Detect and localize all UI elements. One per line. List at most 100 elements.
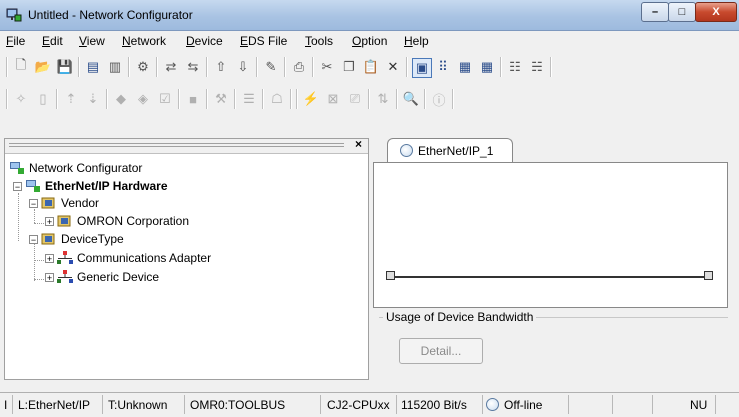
- register-icon[interactable]: ☰: [240, 90, 258, 108]
- bandwidth-group: Usage of Device Bandwidth Detail...: [373, 308, 728, 378]
- view-small-icon[interactable]: ⠿: [434, 58, 452, 76]
- check-icon[interactable]: ☑: [156, 90, 174, 108]
- menu-device[interactable]: Device: [186, 34, 223, 48]
- up-icon[interactable]: ⇡: [62, 90, 80, 108]
- tree-item-vendor[interactable]: − Vendor: [29, 196, 99, 210]
- prop-icon[interactable]: ☷: [506, 58, 524, 76]
- delete-icon[interactable]: ✕: [384, 58, 402, 76]
- offline-status-icon: [486, 398, 499, 411]
- menu-eds-file[interactable]: EDS File: [240, 34, 287, 48]
- config-icon[interactable]: ⚒: [212, 90, 230, 108]
- network-tree-icon: [57, 251, 73, 264]
- monitor2-icon[interactable]: ☖: [268, 90, 286, 108]
- new-icon[interactable]: 🗋: [12, 57, 30, 76]
- status-network: L:EtherNet/IP: [18, 398, 91, 412]
- tree-item-omron-label: OMRON Corporation: [77, 214, 190, 228]
- network-configurator-icon: [6, 8, 22, 22]
- menu-bar: File Edit View Network Device EDS File T…: [0, 31, 739, 52]
- collapse-icon[interactable]: −: [29, 234, 38, 244]
- tree-item-omron[interactable]: + OMRON Corporation: [45, 214, 189, 228]
- disconnect-icon[interactable]: ⇆: [184, 58, 202, 76]
- status-target: T:Unknown: [108, 398, 168, 412]
- status-port: OMR0:TOOLBUS: [190, 398, 286, 412]
- tree-item-devicetype-label: DeviceType: [61, 232, 124, 246]
- view-list-icon[interactable]: ▦: [456, 58, 474, 76]
- menu-edit[interactable]: Edit: [42, 34, 63, 48]
- window-title: Untitled - Network Configurator: [28, 8, 193, 22]
- network-bus-line[interactable]: [388, 276, 710, 278]
- doc-icon[interactable]: ▯: [34, 90, 52, 108]
- expand-icon[interactable]: +: [45, 253, 54, 263]
- folder-device-icon: [57, 215, 71, 227]
- bus-right-terminator: [704, 271, 713, 280]
- bus-left-terminator: [386, 271, 395, 280]
- download-icon[interactable]: ⇩: [234, 58, 252, 76]
- tree-item-comm-adapter[interactable]: + Communications Adapter: [45, 251, 211, 265]
- network-canvas[interactable]: [373, 162, 728, 308]
- maximize-button[interactable]: □: [668, 2, 696, 22]
- print-icon[interactable]: ⎙: [290, 58, 308, 76]
- secondary-toolbar: ✧ ▯ ⇡ ⇣ ◆ ◈ ☑ ■ ⚒ ☰ ☖ ⚡ ⊠ ⎚ ⇅ 🔍 ⓘ: [0, 84, 739, 114]
- tree-item-devicetype[interactable]: − DeviceType: [29, 232, 124, 246]
- diamond2-icon[interactable]: ◈: [134, 90, 152, 108]
- status-baud: 115200 Bit/s: [401, 398, 467, 412]
- view-detail-icon[interactable]: ▦: [478, 58, 496, 76]
- online-icon[interactable]: ⚡: [302, 90, 320, 108]
- wizard-icon[interactable]: ✧: [12, 90, 30, 108]
- menu-network[interactable]: Network: [122, 34, 166, 48]
- upload-icon[interactable]: ⇧: [212, 58, 230, 76]
- expand-icon[interactable]: +: [45, 272, 54, 282]
- network2-icon[interactable]: ▥: [106, 58, 124, 76]
- connect-icon[interactable]: ⇄: [162, 58, 180, 76]
- status-cpu: CJ2-CPUxx: [327, 398, 390, 412]
- cut-icon[interactable]: ✂: [318, 58, 336, 76]
- save-icon[interactable]: 💾: [56, 58, 74, 76]
- pane-close-icon[interactable]: ×: [355, 137, 362, 151]
- minimize-button[interactable]: –: [641, 2, 669, 22]
- device-icon[interactable]: ⚙: [134, 58, 152, 76]
- status-bar: I L:EtherNet/IP T:Unknown OMR0:TOOLBUS C…: [0, 392, 739, 417]
- main-toolbar: 🗋 📂 💾 ▤ ▥ ⚙ ⇄ ⇆ ⇧ ⇩ ✎ ⎙ ✂ ❐ 📋 ✕ ▣ ⠿ ▦ ▦ …: [0, 52, 739, 82]
- close-button[interactable]: X: [695, 2, 737, 22]
- menu-tools[interactable]: Tools: [305, 34, 333, 48]
- paste-icon[interactable]: 📋: [362, 58, 380, 76]
- tree-item-vendor-label: Vendor: [61, 196, 100, 210]
- tab-ethernet-ip-1[interactable]: EtherNet/IP_1: [387, 138, 513, 163]
- collapse-icon[interactable]: −: [29, 198, 38, 208]
- collapse-icon[interactable]: −: [13, 181, 22, 191]
- menu-option[interactable]: Option: [352, 34, 387, 48]
- network-configurator-icon: [10, 162, 24, 174]
- network-icon[interactable]: ▤: [84, 58, 102, 76]
- param-icon[interactable]: ☵: [528, 58, 546, 76]
- menu-view[interactable]: View: [79, 34, 105, 48]
- tree-root-label: Network Configurator: [29, 161, 143, 175]
- status-connection: Off-line: [504, 398, 543, 412]
- down-icon[interactable]: ⇣: [84, 90, 102, 108]
- find-icon[interactable]: 🔍: [402, 90, 420, 108]
- status-numlock: NU: [690, 398, 708, 412]
- pane-grip[interactable]: ×: [5, 137, 368, 154]
- info-icon[interactable]: ⓘ: [430, 90, 448, 108]
- tree-item-comm-adapter-label: Communications Adapter: [77, 251, 212, 265]
- monitor-icon[interactable]: ✎: [262, 58, 280, 76]
- tree-item-hardware[interactable]: − EtherNet/IP Hardware: [13, 179, 168, 193]
- status-marker: I: [4, 398, 8, 412]
- tree-root[interactable]: Network Configurator: [9, 161, 142, 175]
- menu-file[interactable]: File: [6, 34, 25, 48]
- hardware-list-pane: × Network Configurator − EtherNet/IP Har…: [4, 137, 369, 380]
- menu-help[interactable]: Help: [404, 34, 429, 48]
- hardware-icon: [26, 180, 40, 192]
- open-icon[interactable]: 📂: [34, 58, 52, 76]
- detail-button[interactable]: Detail...: [399, 338, 483, 364]
- network-status-icon: [400, 144, 413, 157]
- offline-icon[interactable]: ⊠: [324, 90, 342, 108]
- tree-item-generic[interactable]: + Generic Device: [45, 270, 159, 284]
- expand-icon[interactable]: +: [45, 216, 54, 226]
- copy-icon[interactable]: ❐: [340, 58, 358, 76]
- stop-icon[interactable]: ■: [184, 90, 202, 108]
- tool-icon[interactable]: ⎚: [346, 90, 364, 108]
- network-view-pane: EtherNet/IP_1 Usage of Device Bandwidth …: [373, 138, 728, 378]
- view-large-icon[interactable]: ▣: [412, 58, 432, 78]
- diamond-icon[interactable]: ◆: [112, 90, 130, 108]
- transfer-icon[interactable]: ⇅: [374, 90, 392, 108]
